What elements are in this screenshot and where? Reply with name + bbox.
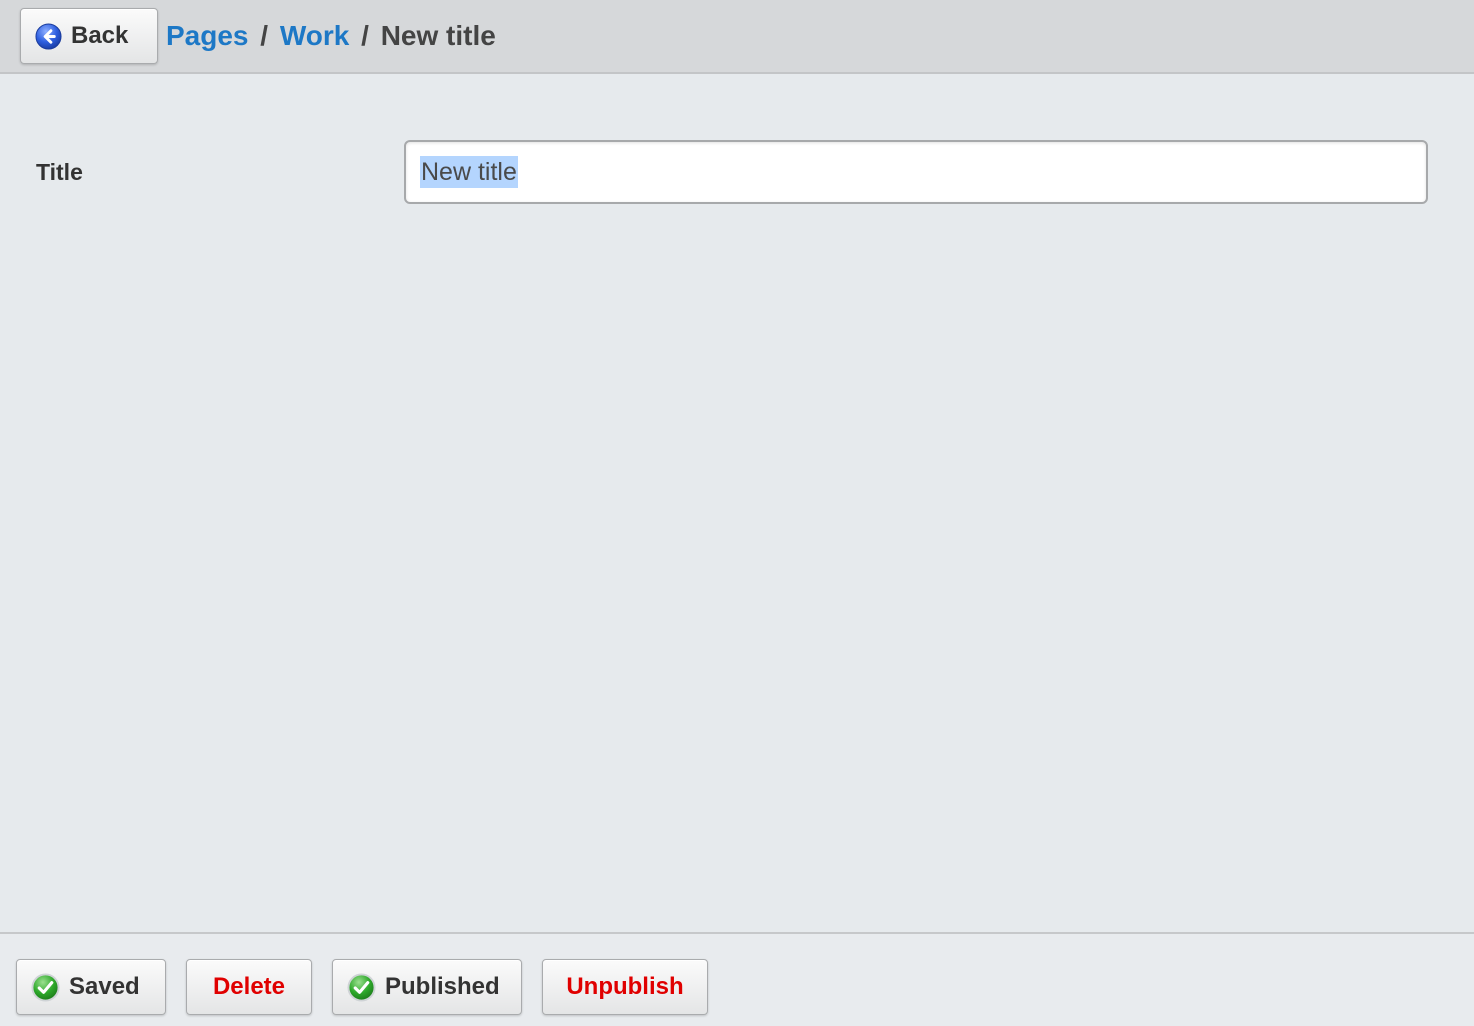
delete-button[interactable]: Delete xyxy=(186,959,312,1015)
published-button[interactable]: Published xyxy=(332,959,522,1015)
title-input-value: New title xyxy=(420,156,518,188)
breadcrumb-link-pages[interactable]: Pages xyxy=(166,20,249,51)
breadcrumb: Pages / Work / New title xyxy=(166,17,496,55)
title-input[interactable]: New title xyxy=(404,140,1428,204)
back-button-label: Back xyxy=(71,22,129,49)
published-button-label: Published xyxy=(385,973,500,1000)
breadcrumb-separator: / xyxy=(260,20,269,51)
delete-button-label: Delete xyxy=(212,973,286,1000)
unpublish-button[interactable]: Unpublish xyxy=(542,959,708,1015)
check-circle-icon xyxy=(31,972,60,1002)
breadcrumb-current-page: New title xyxy=(380,20,496,51)
unpublish-button-label: Unpublish xyxy=(566,973,684,1000)
breadcrumb-link-work[interactable]: Work xyxy=(280,20,350,51)
check-circle-icon xyxy=(347,972,376,1002)
top-toolbar: Back Pages / Work / New title xyxy=(0,0,1474,74)
arrow-left-circle-icon xyxy=(35,22,62,50)
breadcrumb-separator: / xyxy=(361,20,369,51)
back-button[interactable]: Back xyxy=(20,8,158,64)
bottom-action-bar: Saved Delete Published Unpublish xyxy=(0,932,1474,1026)
saved-button[interactable]: Saved xyxy=(16,959,166,1015)
title-field-label: Title xyxy=(36,159,83,185)
saved-button-label: Saved xyxy=(69,973,140,1000)
